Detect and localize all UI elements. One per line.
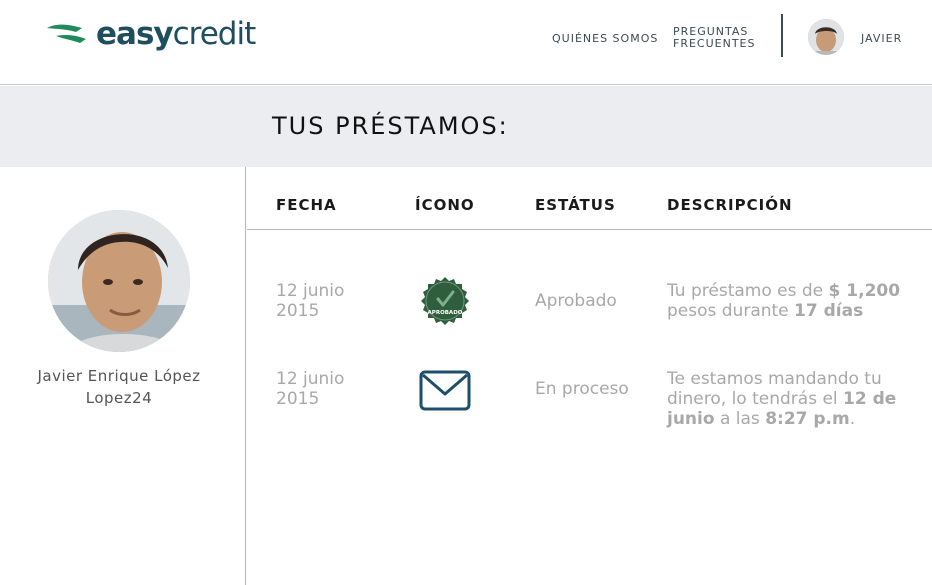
logo-mark-icon [47,24,86,43]
nav-divider [781,14,783,57]
profile-sidebar: Javier Enrique López Lopez24 [0,167,246,585]
table-header-row: FECHA ÍCONO ESTÁTUS DESCRIPCIÓN [247,167,932,230]
column-header-icono: ÍCONO [415,196,475,214]
title-band: TUS PRÉSTAMOS: [0,86,932,167]
user-name-label[interactable]: JAVIER [861,32,902,45]
desc-amount: $ 1,200 [828,281,901,301]
profile-photo-image [48,210,190,352]
desc-text: pesos durante [667,301,795,321]
profile-full-name: Javier Enrique López [37,367,201,385]
column-header-descripcion: DESCRIPCIÓN [667,196,793,214]
desc-days: 17 días [794,301,864,321]
approved-seal-icon: APROBADO [417,275,473,331]
profile-photo [48,210,190,352]
loan-date: 12 junio 2015 [276,369,345,409]
top-header: easycredit QUIÉNES SOMOS PREGUNTAS FRECU… [0,0,932,85]
loans-table: FECHA ÍCONO ESTÁTUS DESCRIPCIÓN 12 junio… [247,167,932,585]
desc-text: Tu préstamo es de [667,281,829,301]
desc-text: a las [714,409,766,429]
nav-preguntas-frecuentes[interactable]: PREGUNTAS FRECUENTES [673,26,763,50]
user-avatar-image [808,19,844,55]
column-header-fecha: FECHA [276,196,337,214]
approved-seal-label: APROBADO [428,310,463,316]
profile-username: Lopez24 [85,389,153,407]
column-header-estatus: ESTÁTUS [535,196,616,214]
envelope-icon [417,367,473,423]
loan-status: En proceso [535,379,629,399]
loan-description: Te estamos mandando tu dinero, lo tendrá… [667,369,917,429]
desc-time: 8:27 p.m [765,409,850,429]
nav-quienes-somos[interactable]: QUIÉNES SOMOS [552,33,658,45]
logo-wordmark: easycredit [96,16,257,52]
loan-date: 12 junio 2015 [276,281,345,321]
loan-description: Tu préstamo es de $ 1,200 pesos durante … [667,281,917,321]
user-avatar[interactable] [808,19,844,55]
logo-easy-text: easy [96,16,174,52]
desc-text: . [849,409,856,429]
logo-credit-text: credit [172,16,257,52]
loan-status: Aprobado [535,291,617,311]
page-title: TUS PRÉSTAMOS: [272,112,509,140]
easycredit-logo[interactable]: easycredit [46,14,257,54]
